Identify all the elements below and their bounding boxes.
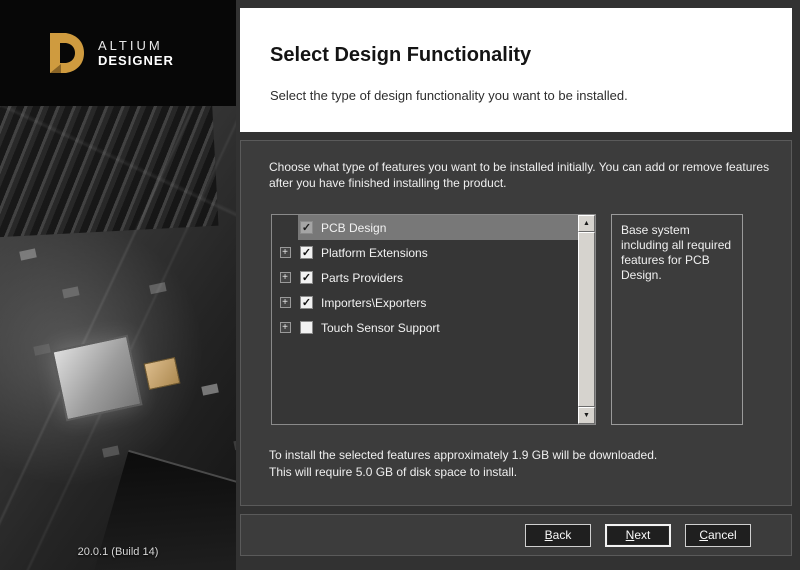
back-button-label: Back bbox=[545, 528, 572, 542]
feature-description: Base system including all required featu… bbox=[611, 214, 743, 425]
scroll-down-button[interactable]: ▼ bbox=[578, 407, 595, 424]
install-notes: To install the selected features approxi… bbox=[269, 447, 657, 481]
logo-text: ALTIUM DESIGNER bbox=[98, 38, 174, 68]
back-button[interactable]: Back bbox=[525, 524, 591, 547]
logo-line1: ALTIUM bbox=[98, 38, 174, 53]
expand-plus-icon[interactable]: + bbox=[280, 322, 291, 333]
feature-row[interactable]: + ✓ Parts Providers bbox=[272, 265, 578, 290]
scroll-up-icon: ▲ bbox=[583, 220, 590, 227]
expander-cell: + bbox=[272, 247, 298, 258]
feature-checkbox[interactable]: ✓ bbox=[300, 296, 313, 309]
next-button-label: Next bbox=[626, 528, 651, 542]
feature-row-body[interactable]: ✓ Platform Extensions bbox=[298, 240, 578, 265]
feature-list: ✓ PCB Design + ✓ Platform Extensions + ✓… bbox=[272, 215, 578, 424]
download-note: To install the selected features approxi… bbox=[269, 447, 657, 464]
feature-checkbox[interactable]: ✓ bbox=[300, 221, 313, 234]
scrollbar-thumb[interactable] bbox=[578, 232, 595, 407]
expand-plus-icon[interactable]: + bbox=[280, 272, 291, 283]
feature-row-body[interactable]: ✓ PCB Design bbox=[298, 215, 578, 240]
cancel-button-label: Cancel bbox=[699, 528, 736, 542]
expander-cell bbox=[272, 222, 298, 233]
feature-label: Importers\Exporters bbox=[321, 296, 426, 310]
disk-note: This will require 5.0 GB of disk space t… bbox=[269, 464, 657, 481]
scroll-down-icon: ▼ bbox=[583, 412, 590, 419]
main-panel: Choose what type of features you want to… bbox=[240, 140, 792, 506]
left-pane: ALTIUM DESIGNER 20.0.1 (Build 14) bbox=[0, 0, 236, 570]
feature-label: Parts Providers bbox=[321, 271, 403, 285]
expander-cell: + bbox=[272, 272, 298, 283]
feature-row[interactable]: + ✓ Platform Extensions bbox=[272, 240, 578, 265]
feature-checkbox[interactable] bbox=[300, 321, 313, 334]
version-text: 20.0.1 (Build 14) bbox=[0, 546, 236, 558]
next-button[interactable]: Next bbox=[605, 524, 671, 547]
footer-panel: Back Next Cancel bbox=[240, 514, 792, 556]
expand-plus-icon[interactable]: + bbox=[280, 247, 291, 258]
instructions-text: Choose what type of features you want to… bbox=[269, 159, 774, 191]
expand-plus-icon[interactable]: + bbox=[280, 297, 291, 308]
cancel-button[interactable]: Cancel bbox=[685, 524, 751, 547]
feature-row-body[interactable]: Touch Sensor Support bbox=[298, 315, 578, 340]
header-panel: Select Design Functionality Select the t… bbox=[240, 8, 792, 132]
altium-d-icon bbox=[46, 31, 86, 75]
feature-row-body[interactable]: ✓ Importers\Exporters bbox=[298, 290, 578, 315]
installer-window: ALTIUM DESIGNER 20.0.1 (Build 14) Select… bbox=[0, 0, 800, 570]
altium-logo: ALTIUM DESIGNER bbox=[0, 0, 236, 106]
logo-line2: DESIGNER bbox=[98, 53, 174, 68]
feature-list-box: ✓ PCB Design + ✓ Platform Extensions + ✓… bbox=[271, 214, 596, 425]
feature-label: Touch Sensor Support bbox=[321, 321, 440, 335]
feature-checkbox[interactable]: ✓ bbox=[300, 271, 313, 284]
feature-label: Platform Extensions bbox=[321, 246, 428, 260]
expander-cell: + bbox=[272, 322, 298, 333]
feature-row[interactable]: ✓ PCB Design bbox=[272, 215, 578, 240]
feature-label: PCB Design bbox=[321, 221, 386, 235]
scrollbar[interactable]: ▲ ▼ bbox=[578, 215, 595, 424]
feature-row[interactable]: + Touch Sensor Support bbox=[272, 315, 578, 340]
feature-checkbox[interactable]: ✓ bbox=[300, 246, 313, 259]
feature-row-body[interactable]: ✓ Parts Providers bbox=[298, 265, 578, 290]
feature-row[interactable]: + ✓ Importers\Exporters bbox=[272, 290, 578, 315]
page-title: Select Design Functionality bbox=[270, 44, 531, 67]
expander-cell: + bbox=[272, 297, 298, 308]
scroll-up-button[interactable]: ▲ bbox=[578, 215, 595, 232]
page-subtitle: Select the type of design functionality … bbox=[270, 88, 628, 103]
